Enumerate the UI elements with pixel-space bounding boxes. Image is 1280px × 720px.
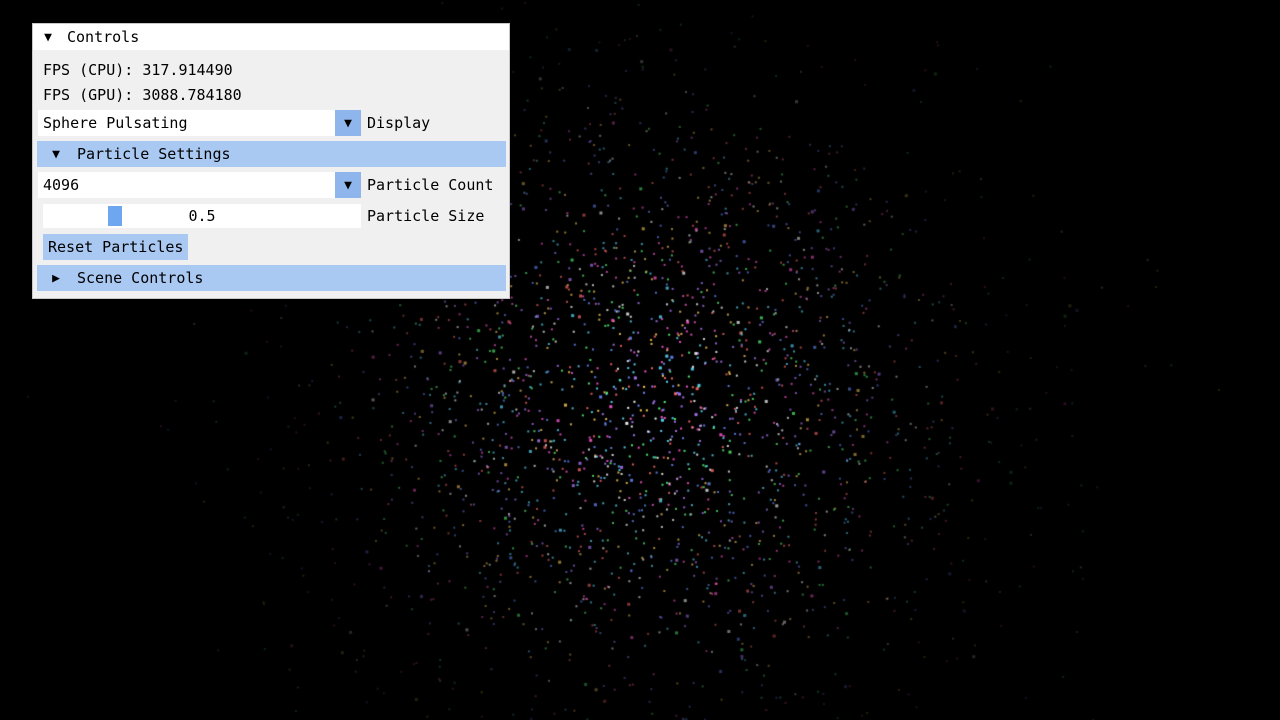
reset-particles-button[interactable]: Reset Particles [43,234,189,260]
display-combo-value: Sphere Pulsating [43,114,188,132]
fps-gpu-text: FPS (GPU): 3088.784180 [43,86,242,104]
scene-controls-header[interactable]: ▶ Scene Controls [37,265,506,291]
particle-count-label: Particle Count [367,176,494,194]
chevron-down-icon[interactable]: ▼ [335,172,361,198]
display-combo[interactable]: Sphere Pulsating ▼ [38,110,361,136]
particle-count-combo[interactable]: 4096 ▼ [38,172,361,198]
particle-size-label: Particle Size [367,207,485,225]
scene-controls-title: Scene Controls [77,269,204,287]
window-title: Controls [67,28,140,46]
controls-title-bar[interactable]: ▼ Controls [33,24,509,50]
particle-size-value: 0.5 [188,207,216,225]
particle-settings-title: Particle Settings [77,145,231,163]
triangle-down-icon: ▼ [52,146,60,162]
collapse-triangle-down-icon[interactable]: ▼ [39,30,57,45]
fps-cpu-text: FPS (CPU): 317.914490 [43,61,233,79]
display-label: Display [367,114,431,132]
controls-window: ▼ Controls FPS (CPU): 317.914490 FPS (GP… [32,23,510,299]
particle-size-slider[interactable]: 0.5 [43,204,361,228]
particle-settings-header[interactable]: ▼ Particle Settings [37,141,506,167]
triangle-right-icon: ▶ [52,270,60,286]
particle-count-value: 4096 [43,176,80,194]
chevron-down-icon[interactable]: ▼ [335,110,361,136]
